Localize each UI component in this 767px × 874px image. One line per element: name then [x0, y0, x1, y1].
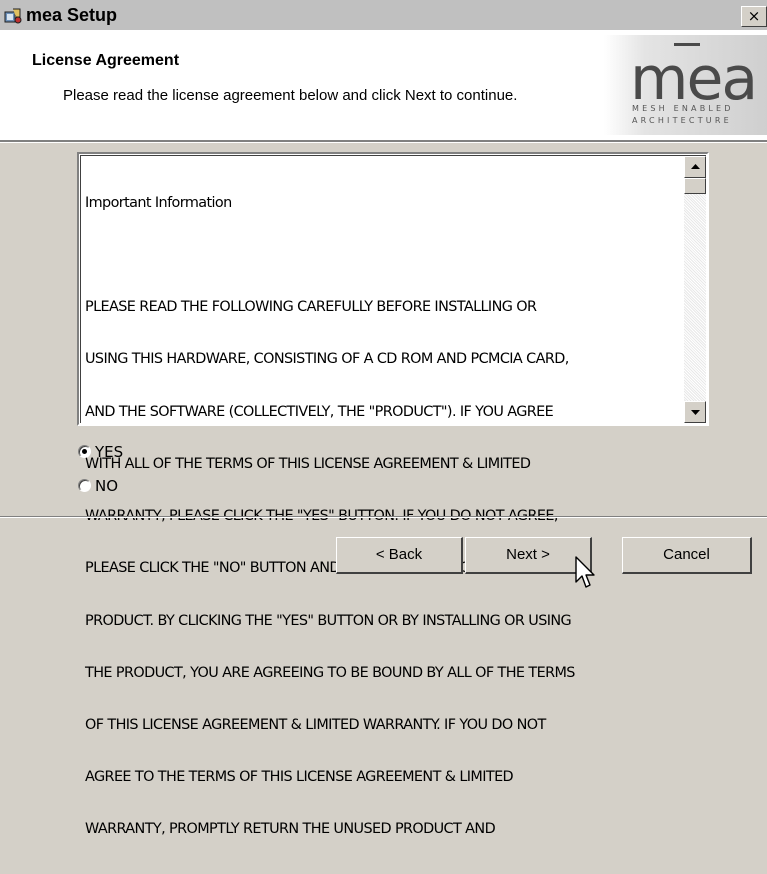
back-button[interactable]: < Back [336, 537, 463, 574]
license-line: AND THE SOFTWARE (COLLECTIVELY, THE "PRO… [85, 403, 554, 420]
license-line: THE PRODUCT, YOU ARE AGREEING TO BE BOUN… [85, 664, 575, 681]
mea-logo: mea MESH ENABLED ARCHITECTURE [604, 35, 767, 135]
license-textbox[interactable]: Important Information PLEASE READ THE FO… [77, 152, 709, 837]
no-label[interactable]: NO [95, 476, 118, 496]
window-title: mea Setup [26, 5, 118, 25]
logo-line2: ARCHITECTURE [632, 116, 732, 125]
scroll-thumb[interactable] [684, 178, 706, 194]
header-divider [0, 140, 767, 143]
license-scrollbar[interactable] [684, 156, 706, 423]
page-subtitle: Please read the license agreement below … [63, 87, 518, 104]
close-icon: × [747, 7, 761, 25]
yes-radio[interactable] [78, 445, 91, 458]
installer-icon [4, 8, 22, 24]
setup-window: mea Setup × License Agreement Please rea… [0, 0, 767, 837]
arrow-up-icon [691, 164, 700, 169]
scroll-down-button[interactable] [684, 401, 706, 423]
license-line: PRODUCT. BY CLICKING THE "YES" BUTTON OR… [85, 612, 572, 629]
next-button[interactable]: Next > [465, 537, 592, 574]
title-bar[interactable]: mea Setup × [0, 0, 767, 31]
yes-label[interactable]: YES [95, 442, 123, 462]
license-heading: Important Information [85, 194, 232, 211]
cancel-button[interactable]: Cancel [622, 537, 752, 574]
license-line: AGREE TO THE TERMS OF THIS LICENSE AGREE… [85, 769, 514, 786]
license-line: OF THIS LICENSE AGREEMENT & LIMITED WARR… [85, 716, 546, 733]
license-line: USING THIS HARDWARE, CONSISTING OF A CD … [85, 351, 569, 368]
license-line: WITH ALL OF THE TERMS OF THIS LICENSE AG… [85, 455, 531, 472]
page-title: License Agreement [32, 52, 180, 69]
arrow-down-icon [691, 410, 700, 415]
logo-line1: MESH ENABLED [632, 104, 734, 113]
button-divider [0, 516, 767, 518]
close-button[interactable]: × [741, 6, 767, 27]
no-radio[interactable] [78, 479, 91, 492]
scroll-up-button[interactable] [684, 156, 706, 178]
radio-selected-dot [82, 449, 87, 454]
license-line: PLEASE READ THE FOLLOWING CAREFULLY BEFO… [85, 299, 537, 316]
mouse-pointer-icon [575, 556, 595, 588]
license-line: WARRANTY, PROMPTLY RETURN THE UNUSED PRO… [85, 821, 496, 838]
header-panel: License Agreement Please read the licens… [0, 30, 767, 140]
